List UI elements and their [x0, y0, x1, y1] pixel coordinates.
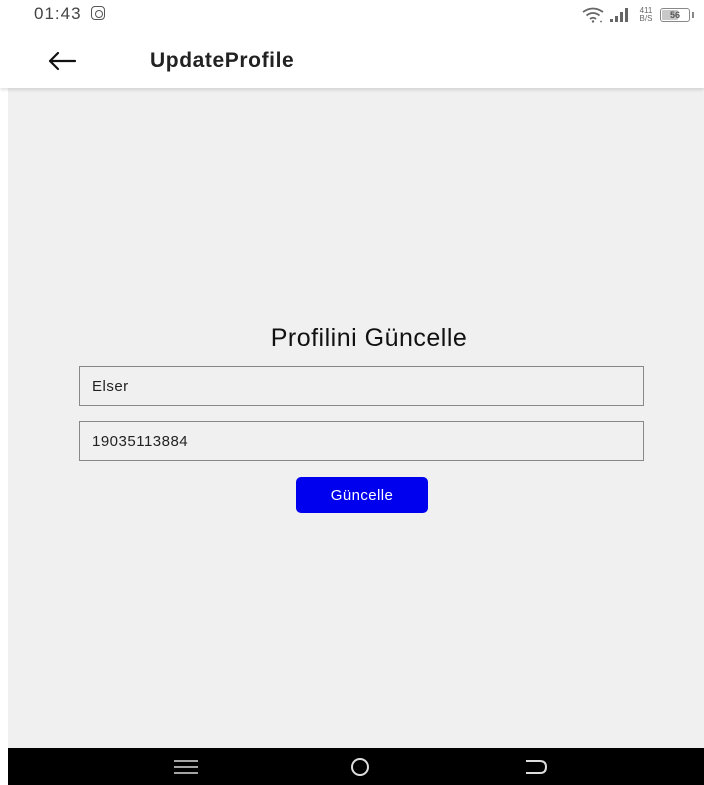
- phone-input[interactable]: 19035113884: [79, 421, 644, 461]
- arrow-left-icon: [48, 51, 77, 71]
- home-icon: [351, 757, 369, 776]
- navigation-bar: [8, 748, 704, 785]
- nav-back-button[interactable]: [497, 748, 577, 785]
- nav-menu-button[interactable]: [146, 748, 226, 785]
- name-input[interactable]: Elser: [79, 366, 644, 406]
- page-title: Profilini Güncelle: [270, 324, 468, 352]
- app-bar: UpdateProfile: [0, 34, 704, 88]
- update-button[interactable]: Güncelle: [296, 477, 428, 513]
- main-content: Profilini Güncelle Elser 19035113884 Gün…: [8, 88, 704, 748]
- battery-icon: 56: [660, 8, 690, 22]
- network-speed: 411 B/S: [638, 7, 654, 23]
- back-button[interactable]: [42, 46, 82, 76]
- wifi-icon: [582, 7, 604, 23]
- battery-level: 56: [669, 10, 680, 20]
- back-icon: [526, 759, 548, 774]
- instagram-icon: [91, 6, 105, 20]
- status-time: 01:43: [34, 4, 82, 23]
- menu-icon: [174, 759, 198, 774]
- signal-icon: [610, 8, 632, 22]
- status-bar: 01:43 411 B/S 56: [0, 0, 704, 34]
- network-speed-unit: B/S: [639, 14, 653, 23]
- app-title: UpdateProfile: [150, 49, 295, 72]
- status-indicators: 411 B/S 56: [582, 5, 694, 25]
- nav-home-button[interactable]: [320, 748, 400, 785]
